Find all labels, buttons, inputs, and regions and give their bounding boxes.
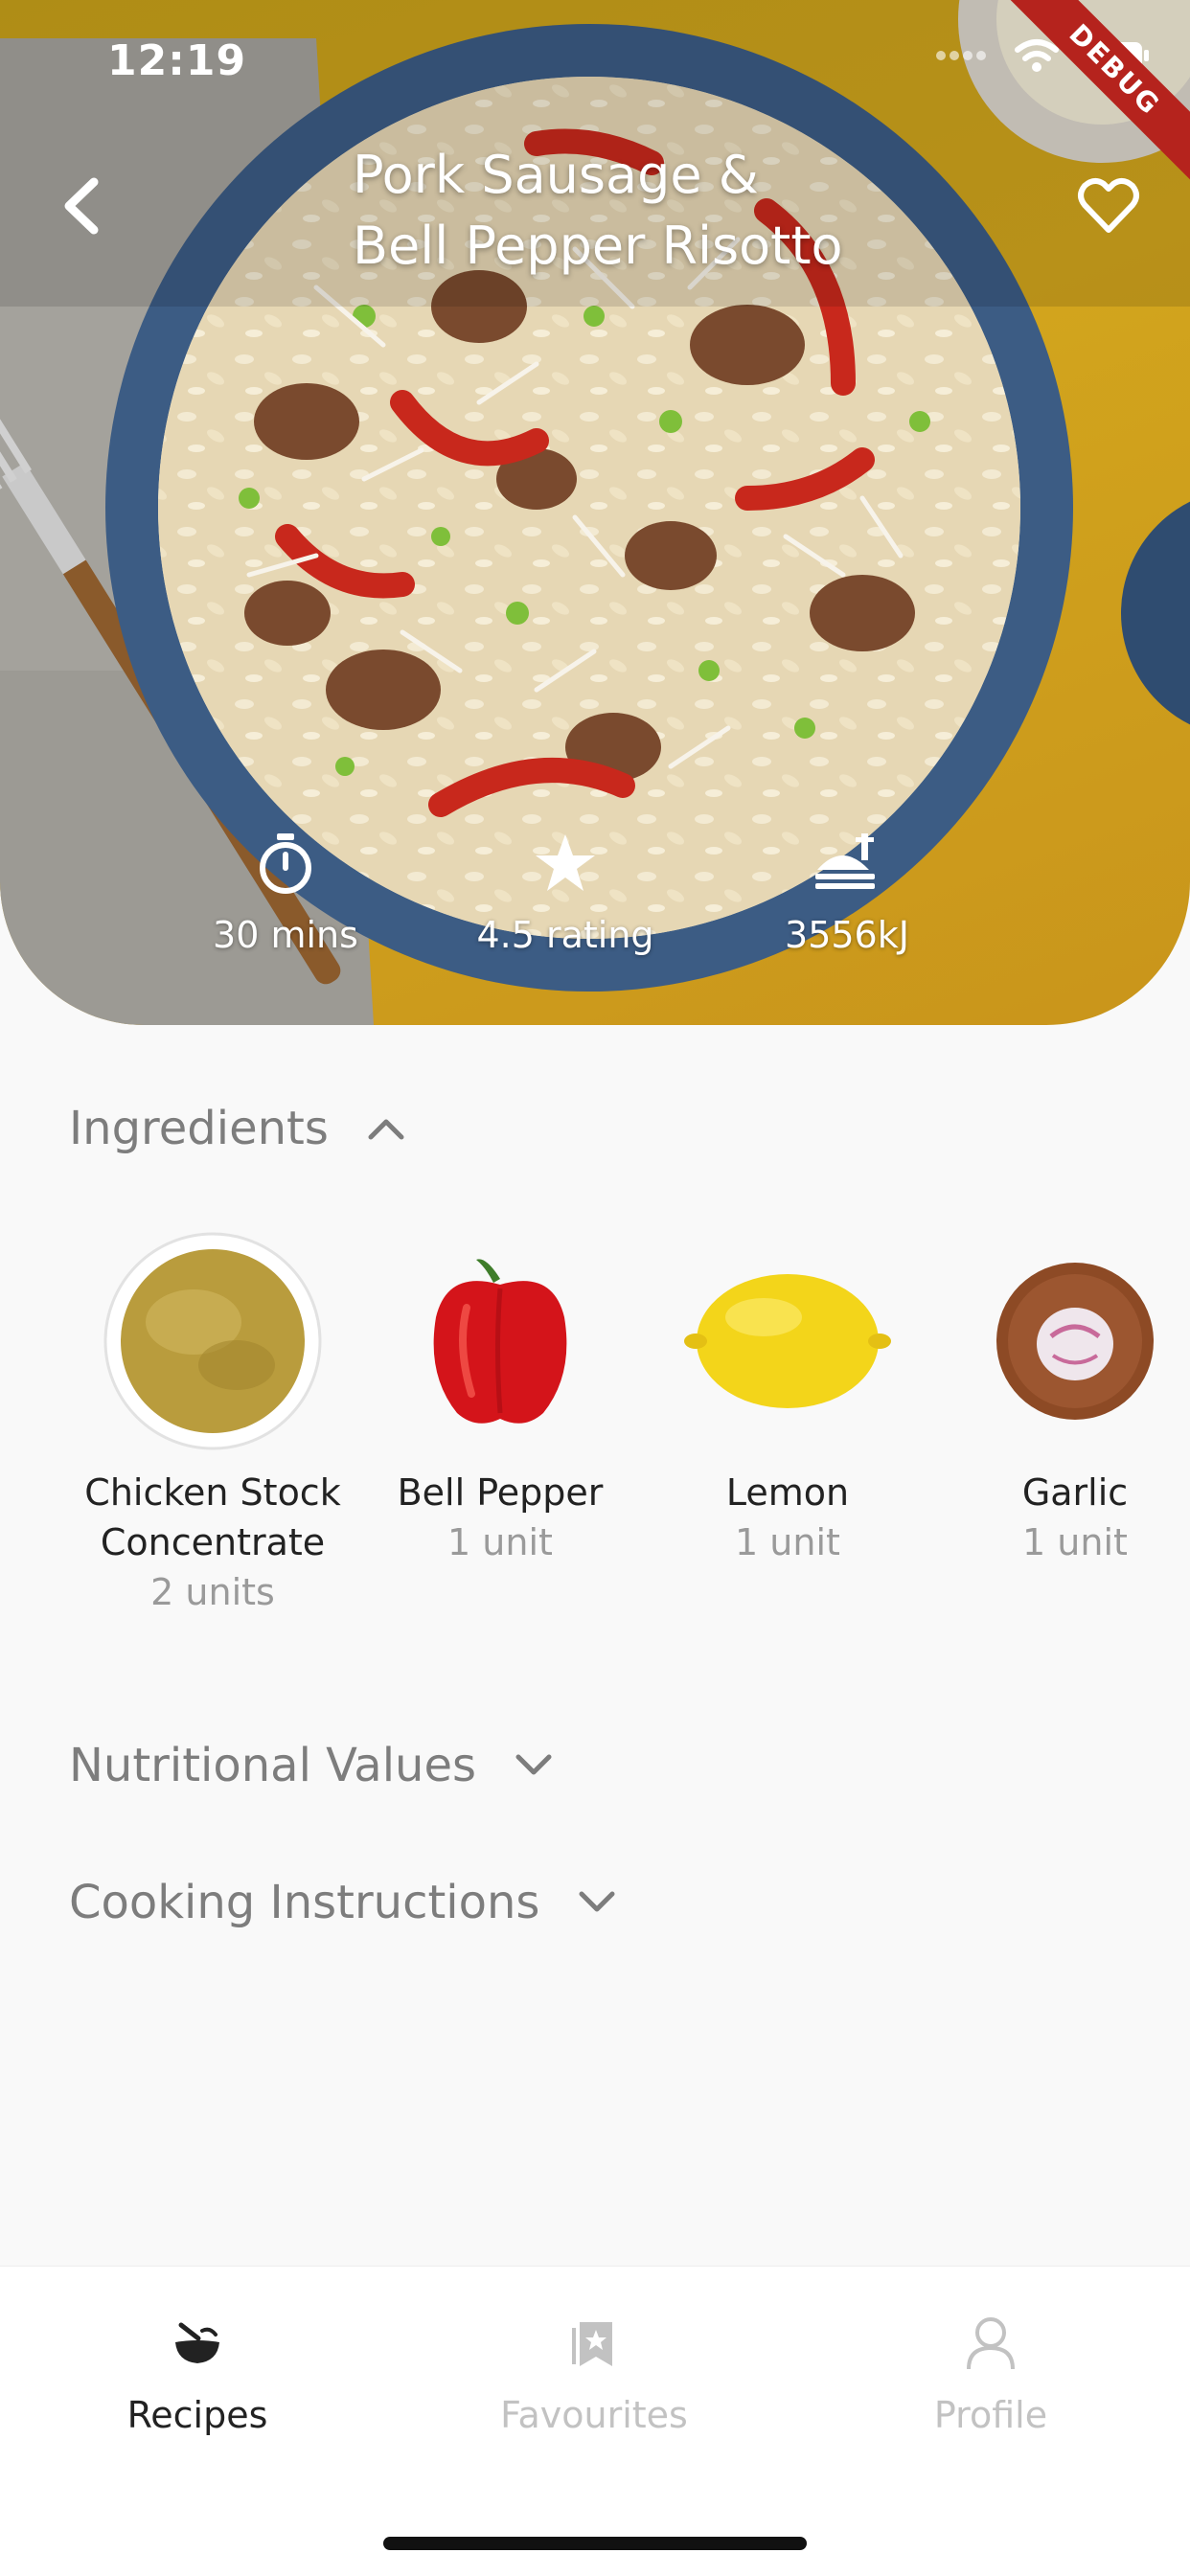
cooking-instructions-section-header[interactable]: Cooking Instructions — [69, 1876, 616, 1929]
recipe-title-line2: Bell Pepper Risotto — [353, 216, 843, 276]
ingredient-quantity: 1 unit — [735, 1521, 840, 1563]
lemon-image — [684, 1274, 891, 1408]
stat-rating: 4.5 rating — [441, 830, 690, 956]
bell-pepper-image — [433, 1259, 567, 1424]
status-bar: 12:19 — [0, 0, 1190, 125]
ingredient-name-line2: Concentrate — [100, 1521, 326, 1563]
wifi-icon — [1015, 39, 1059, 72]
stat-energy-label: 3556kJ — [785, 914, 909, 956]
nav-recipes[interactable]: Recipes — [54, 2310, 341, 2436]
food-serving-icon — [815, 833, 875, 889]
bottom-navigation: Recipes Favourites Profile — [0, 2266, 1190, 2576]
home-indicator[interactable] — [383, 2537, 807, 2550]
ingredient-garlic[interactable]: Garlic 1 unit — [931, 1226, 1190, 1567]
stat-time: 30 mins — [161, 830, 410, 956]
ingredient-quantity: 2 units — [150, 1571, 275, 1613]
profile-icon — [967, 2317, 1015, 2370]
ingredients-section-header[interactable]: Ingredients — [69, 1102, 405, 1155]
garlic-image — [996, 1263, 1154, 1420]
nutritional-values-title: Nutritional Values — [69, 1739, 476, 1792]
nav-recipes-label: Recipes — [126, 2394, 268, 2436]
recipe-hero-image: 12:19 DEBUG Pork Sausage & Bell Pepper R… — [0, 0, 1190, 1025]
bookmark-star-icon — [572, 2322, 612, 2366]
chevron-up-icon — [368, 1119, 404, 1140]
ingredients-list: Chicken Stock Concentrate 2 units Bell P… — [0, 1226, 1190, 1629]
stat-energy: 3556kJ — [722, 830, 972, 956]
chicken-stock-image — [103, 1232, 322, 1450]
ingredient-quantity: 1 unit — [447, 1521, 553, 1563]
ingredient-chicken-stock[interactable]: Chicken Stock Concentrate 2 units — [69, 1226, 356, 1617]
heart-icon[interactable] — [1077, 174, 1140, 238]
recipes-bowl-icon — [175, 2322, 219, 2363]
ingredients-section-title: Ingredients — [69, 1102, 329, 1155]
ingredient-name: Chicken Stock — [84, 1471, 341, 1514]
ingredient-name: Bell Pepper — [397, 1471, 604, 1514]
ingredient-quantity: 1 unit — [1022, 1521, 1128, 1563]
nutritional-values-section-header[interactable]: Nutritional Values — [69, 1739, 553, 1792]
stat-rating-label: 4.5 rating — [476, 914, 654, 956]
ingredient-bell-pepper[interactable]: Bell Pepper 1 unit — [356, 1226, 644, 1567]
status-time: 12:19 — [107, 36, 247, 85]
stopwatch-icon — [260, 833, 311, 894]
nav-favourites-label: Favourites — [500, 2394, 688, 2436]
recipe-title: Pork Sausage & Bell Pepper Risotto — [353, 140, 889, 282]
star-icon — [536, 834, 595, 891]
signal-icon — [936, 51, 986, 60]
chevron-down-icon — [579, 1891, 615, 1912]
back-arrow-icon[interactable] — [54, 172, 111, 239]
ingredient-name: Lemon — [725, 1471, 850, 1514]
recipe-title-line1: Pork Sausage & — [353, 145, 759, 205]
stat-time-label: 30 mins — [213, 914, 358, 956]
ingredient-name: Garlic — [1021, 1471, 1129, 1514]
nav-profile-label: Profile — [933, 2394, 1048, 2436]
nav-profile[interactable]: Profile — [847, 2310, 1134, 2436]
nav-favourites[interactable]: Favourites — [450, 2310, 738, 2436]
ingredient-lemon[interactable]: Lemon 1 unit — [644, 1226, 931, 1567]
chevron-down-icon — [515, 1754, 552, 1775]
cooking-instructions-title: Cooking Instructions — [69, 1876, 540, 1929]
